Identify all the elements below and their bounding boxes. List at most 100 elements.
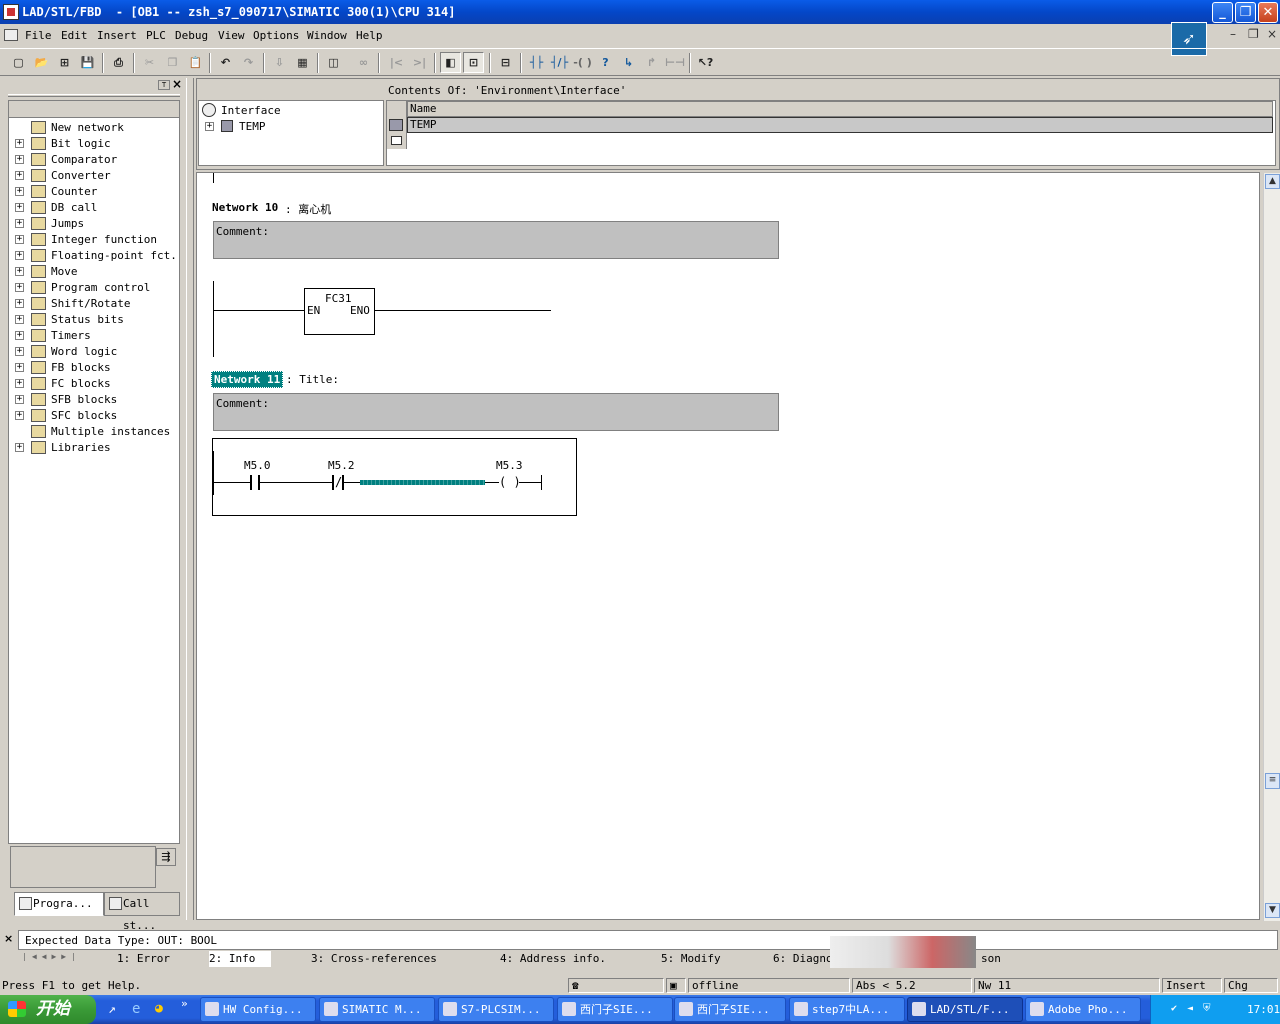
- expand-temp-icon[interactable]: +: [205, 122, 214, 131]
- menu-view[interactable]: View: [218, 29, 245, 42]
- print-icon[interactable]: ⎙: [108, 52, 129, 73]
- open-branch-icon[interactable]: ↳: [618, 52, 639, 73]
- temp-row[interactable]: TEMP: [407, 117, 1273, 133]
- coil-icon[interactable]: -( ): [572, 52, 593, 73]
- restore-button[interactable]: ❐: [1235, 2, 1256, 23]
- expand-icon[interactable]: +: [15, 219, 24, 228]
- new-row-icon[interactable]: [391, 136, 402, 145]
- monitor-icon[interactable]: ◫: [323, 52, 344, 73]
- quicklaunch-more-icon[interactable]: »: [181, 997, 188, 1010]
- glasses-icon[interactable]: ∞: [353, 52, 374, 73]
- close-branch-icon[interactable]: ↱: [641, 52, 662, 73]
- expand-icon[interactable]: +: [15, 251, 24, 260]
- interface-root-label[interactable]: Interface: [221, 104, 281, 117]
- expand-icon[interactable]: +: [15, 347, 24, 356]
- network-10-label[interactable]: Network 10: [212, 201, 278, 214]
- close-button[interactable]: ✕: [1258, 2, 1278, 23]
- task-photoshop[interactable]: Adobe Pho...: [1025, 997, 1141, 1022]
- tab-diagnostics[interactable]: 6: Diagno: [773, 951, 833, 967]
- quicklaunch-media-icon[interactable]: ◕: [155, 1001, 163, 1016]
- menu-help[interactable]: Help: [356, 29, 383, 42]
- expand-icon[interactable]: +: [15, 203, 24, 212]
- network-10-title[interactable]: : 离心机: [285, 201, 331, 217]
- interface-temp-label[interactable]: TEMP: [239, 120, 266, 133]
- task-hw-config[interactable]: HW Config...: [200, 997, 316, 1022]
- expand-icon[interactable]: +: [15, 395, 24, 404]
- quicklaunch-desktop-icon[interactable]: ↗: [108, 1002, 116, 1017]
- menu-options[interactable]: Options: [253, 29, 299, 42]
- start-button[interactable]: 开始: [0, 995, 96, 1024]
- mdi-restore-icon[interactable]: ❐: [1248, 27, 1259, 41]
- expand-icon[interactable]: +: [15, 235, 24, 244]
- new-icon[interactable]: ▢: [8, 52, 29, 73]
- editor-vertical-scrollbar[interactable]: ▲ ≡ ▼: [1263, 173, 1280, 921]
- scroll-down-icon[interactable]: ▼: [1265, 903, 1280, 918]
- zoom-icon[interactable]: ⊡: [463, 52, 484, 73]
- open-icon[interactable]: 📂: [31, 52, 52, 73]
- mdi-close-icon[interactable]: ×: [1267, 27, 1277, 41]
- download-icon[interactable]: ⇩: [269, 52, 290, 73]
- task-plcsim[interactable]: S7-PLCSIM...: [438, 997, 554, 1022]
- tab-cross-references[interactable]: 3: Cross-references: [311, 951, 437, 967]
- scroll-thumb[interactable]: ≡: [1265, 773, 1280, 789]
- connection-icon[interactable]: ⊢⊣: [664, 52, 685, 73]
- expand-icon[interactable]: +: [15, 411, 24, 420]
- copy-icon[interactable]: ❐: [162, 52, 183, 73]
- next-network-icon[interactable]: >|: [409, 52, 430, 73]
- expand-icon[interactable]: +: [15, 283, 24, 292]
- normally-closed-contact-icon[interactable]: ┤/├: [549, 52, 570, 73]
- save-icon[interactable]: 💾: [77, 52, 98, 73]
- selected-connection[interactable]: [360, 480, 485, 485]
- new-network-toolbar-icon[interactable]: ⊟: [495, 52, 516, 73]
- insert-element-icon[interactable]: ⇶: [156, 848, 176, 866]
- menu-plc[interactable]: PLC: [146, 29, 166, 42]
- column-name-header[interactable]: Name: [407, 101, 1273, 117]
- task-simatic-manager[interactable]: SIMATIC M...: [319, 997, 435, 1022]
- menu-debug[interactable]: Debug: [175, 29, 208, 42]
- expand-icon[interactable]: +: [15, 379, 24, 388]
- task-browser-3[interactable]: step7中LA...: [789, 997, 905, 1022]
- tab-comparison[interactable]: son: [981, 951, 1001, 967]
- menu-file[interactable]: File: [25, 29, 52, 42]
- expand-icon[interactable]: +: [15, 267, 24, 276]
- fc31-block[interactable]: FC31 EN ENO: [304, 288, 375, 335]
- mdi-minimize-icon[interactable]: –: [1230, 27, 1236, 41]
- menu-edit[interactable]: Edit: [61, 29, 88, 42]
- upload-icon[interactable]: ▦: [292, 52, 313, 73]
- previous-network-icon[interactable]: |<: [386, 52, 407, 73]
- network-11-label[interactable]: Network 11: [211, 371, 284, 388]
- tab-scroll-arrows-icon[interactable]: |◀◀▶▶|: [22, 952, 92, 967]
- doc-icon[interactable]: [4, 29, 18, 41]
- expand-icon[interactable]: +: [15, 187, 24, 196]
- details-close-icon[interactable]: ×: [4, 932, 13, 945]
- panel-close-icon[interactable]: ×: [172, 78, 182, 90]
- expand-icon[interactable]: +: [15, 299, 24, 308]
- menu-insert[interactable]: Insert: [97, 29, 137, 42]
- task-browser-2[interactable]: 西门子SIE...: [674, 997, 786, 1022]
- network-tray-icon[interactable]: ✔: [1171, 1003, 1177, 1014]
- menu-window[interactable]: Window: [307, 29, 347, 42]
- redo-icon[interactable]: ↷: [238, 52, 259, 73]
- splitter[interactable]: [186, 78, 194, 920]
- minimize-button[interactable]: _: [1212, 2, 1233, 23]
- network-11-comment[interactable]: Comment:: [213, 393, 779, 431]
- volume-tray-icon[interactable]: ◄: [1187, 1003, 1193, 1014]
- network-11-title[interactable]: : Title:: [286, 373, 339, 386]
- contact-m52[interactable]: /: [332, 475, 344, 490]
- empty-box-icon[interactable]: ?: [595, 52, 616, 73]
- ladder-editor[interactable]: Network 10 : 离心机 Comment: FC31 EN ENO Ne…: [196, 172, 1280, 921]
- tab-error[interactable]: 1: Error: [117, 951, 170, 967]
- tab-info[interactable]: 2: Info: [209, 951, 272, 967]
- tab-address-info[interactable]: 4: Address info.: [500, 951, 606, 967]
- clock[interactable]: 17:01: [1247, 1003, 1280, 1016]
- cut-icon[interactable]: ✂: [139, 52, 160, 73]
- contact-m50[interactable]: [250, 475, 260, 490]
- security-tray-icon[interactable]: ⛨: [1203, 1003, 1211, 1014]
- network-11-ladder[interactable]: M5.0 M5.2 / M5.3 ( ): [212, 438, 577, 516]
- expand-icon[interactable]: +: [15, 443, 24, 452]
- expand-icon[interactable]: +: [15, 315, 24, 324]
- paste-icon[interactable]: 📋: [185, 52, 206, 73]
- accessible-nodes-icon[interactable]: ⊞: [54, 52, 75, 73]
- pin-icon[interactable]: ⊤: [158, 80, 170, 90]
- network-10-comment[interactable]: Comment:: [213, 221, 779, 259]
